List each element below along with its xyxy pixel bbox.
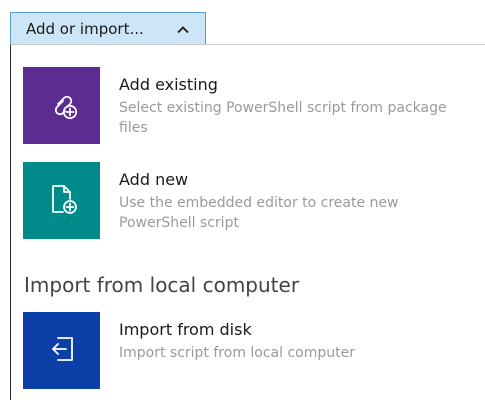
import-icon xyxy=(45,332,79,370)
import-from-disk-tile xyxy=(23,312,100,389)
add-new-tile xyxy=(23,162,100,239)
chevron-up-icon xyxy=(176,22,190,36)
link-add-icon xyxy=(45,87,79,125)
add-existing-description: Select existing PowerShell script from p… xyxy=(119,100,447,136)
add-new-description: Use the embedded editor to create new Po… xyxy=(119,195,399,231)
add-existing-tile xyxy=(23,67,100,144)
dropdown-panel: Add existing Select existing PowerShell … xyxy=(10,44,485,400)
import-section-heading: Import from local computer xyxy=(24,273,300,297)
add-existing-item[interactable]: Add existing Select existing PowerShell … xyxy=(23,67,463,144)
add-new-title: Add new xyxy=(119,170,189,189)
import-from-disk-title: Import from disk xyxy=(119,320,252,339)
new-document-icon xyxy=(45,182,79,220)
add-existing-title: Add existing xyxy=(119,75,218,94)
import-from-disk-description: Import script from local computer xyxy=(119,345,355,361)
add-or-import-label: Add or import... xyxy=(26,19,144,38)
add-or-import-button[interactable]: Add or import... xyxy=(10,12,206,45)
add-new-item[interactable]: Add new Use the embedded editor to creat… xyxy=(23,162,463,239)
import-from-disk-item[interactable]: Import from disk Import script from loca… xyxy=(23,312,463,389)
add-import-flyout: Add or import... Add existing Select exi… xyxy=(0,0,485,400)
